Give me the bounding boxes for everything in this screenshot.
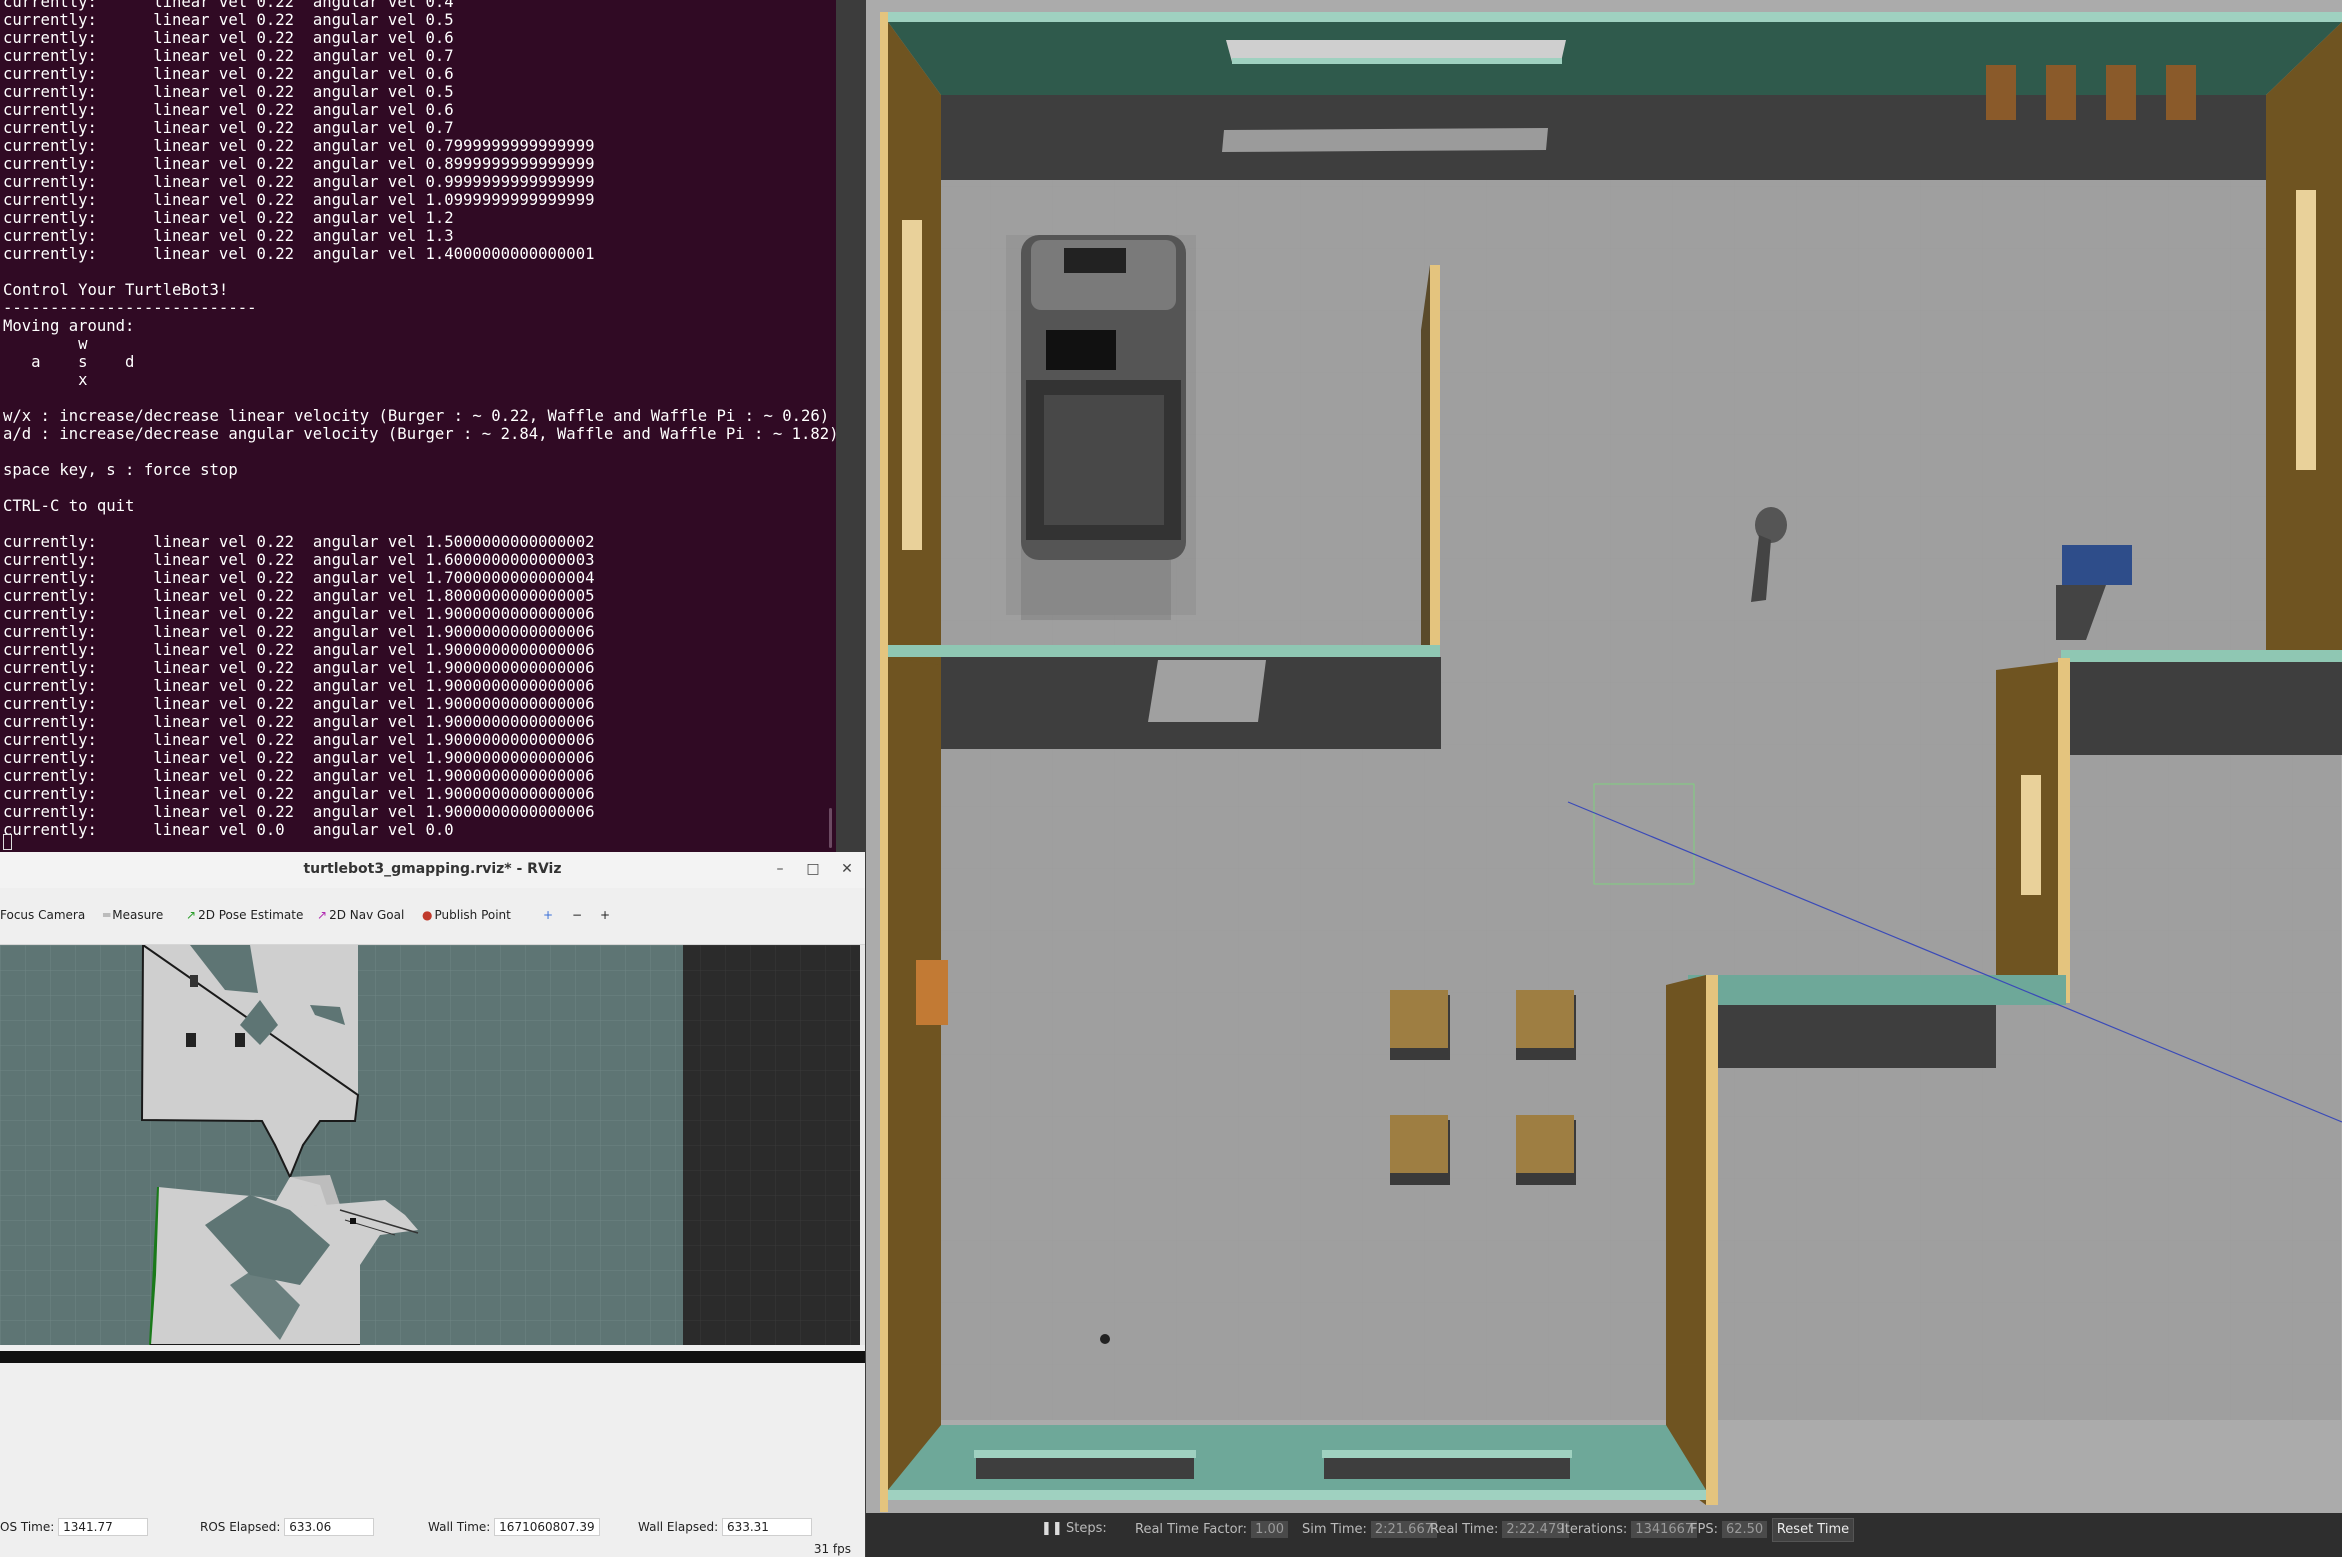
focus-camera-button[interactable]: Focus Camera — [0, 908, 85, 922]
terminal-cursor — [3, 834, 12, 850]
ros-time: OS Time: 1341.77 — [0, 1518, 149, 1536]
fps-value: 62.50 — [1721, 1521, 1768, 1538]
measure-label: Measure — [112, 908, 164, 922]
fps-counter: 31 fps — [813, 1542, 851, 1556]
measure-button[interactable]: ═ Measure — [103, 908, 163, 922]
real-time-label: Real Time: — [1430, 1522, 1499, 1537]
green-arrow-icon: ↗ — [186, 908, 197, 922]
real-time: Real Time: 2:22.479 — [1430, 1521, 1569, 1538]
time-panel-bar — [0, 1351, 865, 1363]
terminal-output: currently: linear vel 0.22 angular vel 0… — [3, 0, 836, 839]
gazebo-3d-view[interactable] — [866, 0, 2342, 1557]
iterations-label: Iterations: — [1561, 1522, 1628, 1537]
publish-point-label: Publish Point — [434, 908, 511, 922]
wall-time-value: 1671060807.39 — [494, 1518, 600, 1536]
real-time-value: 2:22.479 — [1502, 1521, 1569, 1538]
ruler-icon: ═ — [103, 908, 111, 922]
iterations-value: 1341667 — [1631, 1521, 1698, 1538]
panel-splitter[interactable] — [860, 945, 865, 1351]
wall-time-label: Wall Time: — [428, 1520, 491, 1534]
iterations: Iterations: 1341667 — [1561, 1521, 1698, 1538]
publish-point-button[interactable]: ● Publish Point — [422, 908, 511, 922]
ros-time-value: 1341.77 — [58, 1518, 149, 1536]
pose-estimate-button[interactable]: ↗ 2D Pose Estimate — [186, 908, 303, 922]
steps-label: Steps: — [1066, 1521, 1107, 1536]
minimize-button[interactable]: – — [770, 859, 790, 879]
wall-time: Wall Time: 1671060807.39 — [428, 1518, 600, 1536]
nav-goal-button[interactable]: ↗ 2D Nav Goal — [317, 908, 404, 922]
reset-time-button[interactable]: Reset Time — [1772, 1518, 1854, 1542]
ros-elapsed-label: ROS Elapsed: — [200, 1520, 281, 1534]
pose-estimate-label: 2D Pose Estimate — [198, 908, 304, 922]
focus-camera-label: Focus Camera — [0, 908, 86, 922]
rviz-titlebar[interactable]: turtlebot3_gmapping.rviz* - RViz – □ ✕ — [0, 852, 865, 889]
fps-label: FPS: — [1690, 1522, 1718, 1537]
terminal-window[interactable]: currently: linear vel 0.22 angular vel 0… — [0, 0, 836, 852]
wall-elapsed: Wall Elapsed: 633.31 — [638, 1518, 812, 1536]
sim-time-value: 2:21.667 — [1370, 1521, 1437, 1538]
real-time-factor: Real Time Factor: 1.00 — [1135, 1521, 1289, 1538]
ros-time-label: OS Time: — [0, 1520, 55, 1534]
terminal-scrollbar[interactable] — [829, 808, 832, 848]
rviz-window[interactable]: turtlebot3_gmapping.rviz* - RViz – □ ✕ F… — [0, 852, 865, 1557]
rviz-3d-view[interactable] — [0, 945, 860, 1345]
close-button[interactable]: ✕ — [837, 859, 857, 879]
ros-elapsed: ROS Elapsed: 633.06 — [200, 1518, 375, 1536]
window-title: turtlebot3_gmapping.rviz* - RViz — [303, 861, 562, 877]
gazebo-scene — [866, 0, 2342, 1513]
wall-elapsed-label: Wall Elapsed: — [638, 1520, 719, 1534]
rtf-value: 1.00 — [1251, 1521, 1289, 1538]
wall-elapsed-value: 633.31 — [721, 1518, 812, 1536]
sim-time-label: Sim Time: — [1302, 1522, 1367, 1537]
remove-tool-button[interactable]: − — [572, 908, 582, 922]
maximize-button[interactable]: □ — [803, 859, 823, 879]
plus-icon[interactable]: + — [543, 908, 553, 922]
time-panel: OS Time: 1341.77 ROS Elapsed: 633.06 Wal… — [0, 1513, 865, 1539]
magenta-arrow-icon: ↗ — [317, 908, 328, 922]
rviz-toolbar: Focus Camera ═ Measure ↗ 2D Pose Estimate … — [0, 888, 865, 945]
nav-goal-label: 2D Nav Goal — [329, 908, 405, 922]
gazebo-fps: FPS: 62.50 — [1690, 1521, 1768, 1538]
ros-elapsed-value: 633.06 — [284, 1518, 375, 1536]
sim-time: Sim Time: 2:21.667 — [1302, 1521, 1437, 1538]
pause-button[interactable]: ❚❚ — [1041, 1521, 1063, 1536]
tool-options-button[interactable]: + — [600, 908, 610, 922]
pin-icon: ● — [422, 908, 433, 922]
occupancy-map — [0, 945, 860, 1345]
rtf-label: Real Time Factor: — [1135, 1522, 1248, 1537]
steps-control[interactable]: Steps: — [1066, 1521, 1107, 1536]
